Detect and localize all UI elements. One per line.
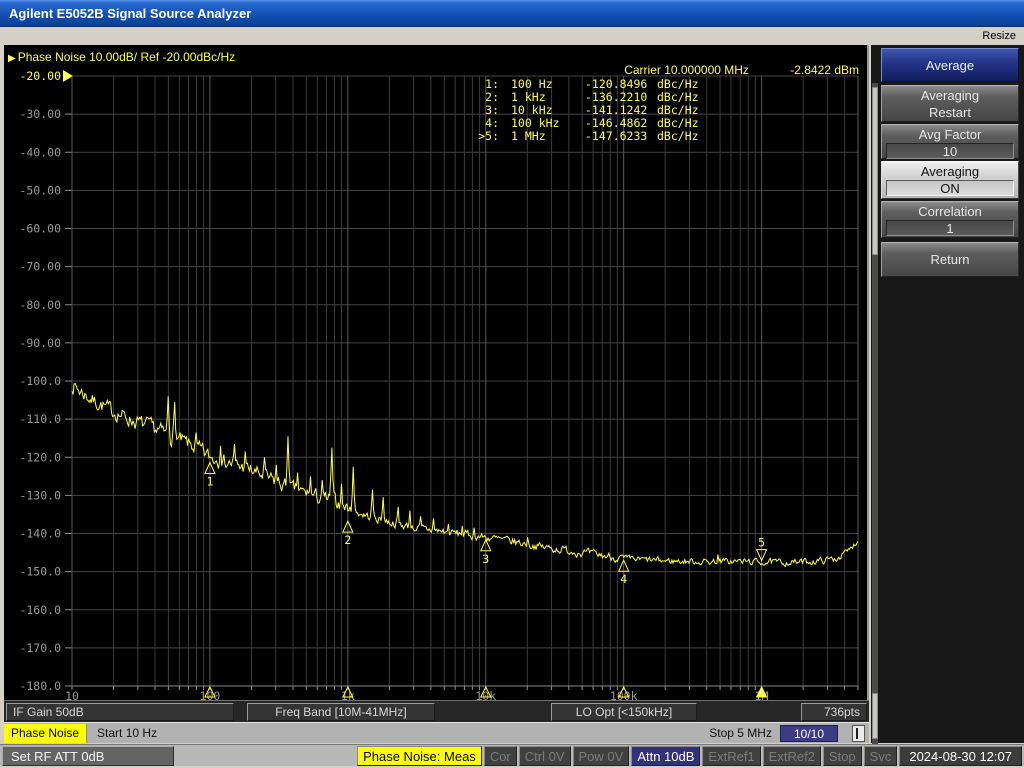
svg-text:4: 4 — [620, 572, 627, 586]
svg-text:-90.00: -90.00 — [19, 336, 61, 350]
marker-row-active: >5:1 MHz-147.6233dBc/Hz — [472, 130, 699, 143]
svg-text:-180.0: -180.0 — [19, 679, 61, 693]
avg-factor-button[interactable]: Avg Factor 10 — [881, 124, 1019, 159]
attenuator-indicator: Attn 10dB — [631, 746, 700, 766]
ext-ref1-indicator: ExtRef1 — [702, 746, 760, 766]
points-indicator: 736pts — [801, 703, 867, 721]
return-button[interactable]: Return — [881, 242, 1019, 277]
svg-text:-140.0: -140.0 — [19, 527, 61, 541]
resize-button[interactable]: Resize — [982, 30, 1016, 42]
svg-text:-150.0: -150.0 — [19, 565, 61, 579]
lo-opt-indicator: LO Opt [<150kHz] — [551, 703, 697, 721]
svg-text:-40.00: -40.00 — [19, 145, 61, 159]
sweep-progress-bar — [856, 728, 858, 739]
stop-indicator: Stop — [823, 746, 862, 766]
svg-text:5: 5 — [758, 536, 765, 550]
averaging-toggle-button[interactable]: Averaging ON — [881, 161, 1019, 199]
svg-text:1k: 1k — [341, 689, 355, 700]
svg-text:-70.00: -70.00 — [19, 260, 61, 274]
dc-power-indicator: Pow 0V — [573, 746, 630, 766]
carrier-frequency: Carrier 10.000000 MHz — [624, 63, 749, 77]
softkey-scrollbar-end[interactable] — [872, 693, 878, 739]
svg-text:1: 1 — [206, 474, 213, 488]
average-count-badge: 10/10 — [780, 725, 838, 742]
averaging-state-value: ON — [886, 180, 1014, 196]
carrier-power: -2.8422 dBm — [790, 63, 859, 77]
measurement-state-indicator: Phase Noise: Meas — [357, 746, 482, 766]
svg-text:-20.00: -20.00 — [19, 69, 61, 83]
window-title: Agilent E5052B Signal Source Analyzer — [9, 6, 251, 21]
softkey-scrollbar-thumb[interactable] — [872, 87, 878, 255]
svg-text:100k: 100k — [610, 689, 638, 700]
avg-factor-value: 10 — [886, 143, 1014, 159]
svg-text:-170.0: -170.0 — [19, 641, 61, 655]
if-gain-indicator: IF Gain 50dB — [6, 703, 234, 721]
dc-control-indicator: Ctrl 0V — [519, 746, 571, 766]
carrier-readout: Carrier 10.000000 MHz -2.8422 dBm — [624, 63, 859, 77]
averaging-restart-button[interactable]: Averaging Restart — [881, 85, 1019, 122]
ext-ref2-indicator: ExtRef2 — [763, 746, 821, 766]
svg-text:-80.00: -80.00 — [19, 298, 61, 312]
measurement-screen: -20.00 -30.00 -40.00 -50.00 -60.00 -70.00 -80.… — [4, 45, 869, 700]
softkey-menu: Average Averaging Restart Avg Factor 10 … — [871, 45, 1024, 743]
window-titlebar: Agilent E5052B Signal Source Analyzer — [0, 0, 1024, 27]
svg-text:-30.00: -30.00 — [19, 107, 61, 121]
instrument-status-bar: Set RF ATT 0dB Phase Noise: Meas Cor Ctr… — [0, 744, 1024, 766]
active-trace-arrow-icon: ▶ — [8, 53, 16, 64]
datetime-display: 2024-08-30 12:07 — [899, 746, 1022, 766]
svg-text:-60.00: -60.00 — [19, 222, 61, 236]
start-frequency-label: Start 10 Hz — [97, 726, 157, 740]
correlation-value: 1 — [886, 220, 1014, 236]
svg-text:-130.0: -130.0 — [19, 488, 61, 502]
phase-noise-plot[interactable]: -20.00 -30.00 -40.00 -50.00 -60.00 -70.00 -80.… — [4, 45, 869, 700]
measurement-mode-badge: Phase Noise — [4, 724, 87, 743]
svg-text:2: 2 — [344, 533, 351, 547]
marker-readout-table: 1:100 Hz-120.8496dBc/Hz 2:1 kHz-136.2210… — [472, 78, 699, 143]
freq-band-indicator: Freq Band [10M-41MHz] — [247, 703, 435, 721]
message-box: Set RF ATT 0dB — [2, 746, 174, 766]
svg-text:100: 100 — [200, 689, 221, 700]
svg-text:10: 10 — [65, 689, 79, 700]
statusbar-cells: Phase Noise: Meas Cor Ctrl 0V Pow 0V Att… — [357, 746, 1022, 766]
svg-text:10k: 10k — [475, 689, 496, 700]
stop-frequency-label: Stop 5 MHz — [709, 726, 772, 740]
svg-text:-120.0: -120.0 — [19, 450, 61, 464]
svg-text:-160.0: -160.0 — [19, 603, 61, 617]
svg-text:3: 3 — [482, 552, 489, 566]
service-indicator: Svc — [864, 746, 898, 766]
trace-scale-label: ▶Phase Noise 10.00dB/ Ref -20.00dBc/Hz — [8, 50, 235, 64]
menu-title-average: Average — [881, 48, 1019, 82]
sweep-progress-indicator — [852, 725, 865, 742]
svg-text:-100.0: -100.0 — [19, 374, 61, 388]
measurement-status-row: IF Gain 50dB Freq Band [10M-41MHz] LO Op… — [4, 700, 869, 722]
sweep-status-row: Phase Noise Start 10 Hz Stop 5 MHz 10/10 — [4, 722, 869, 743]
correlation-button[interactable]: Correlation 1 — [881, 201, 1019, 238]
svg-text:-50.00: -50.00 — [19, 183, 61, 197]
svg-text:-110.0: -110.0 — [19, 412, 61, 426]
correction-indicator: Cor — [484, 746, 517, 766]
